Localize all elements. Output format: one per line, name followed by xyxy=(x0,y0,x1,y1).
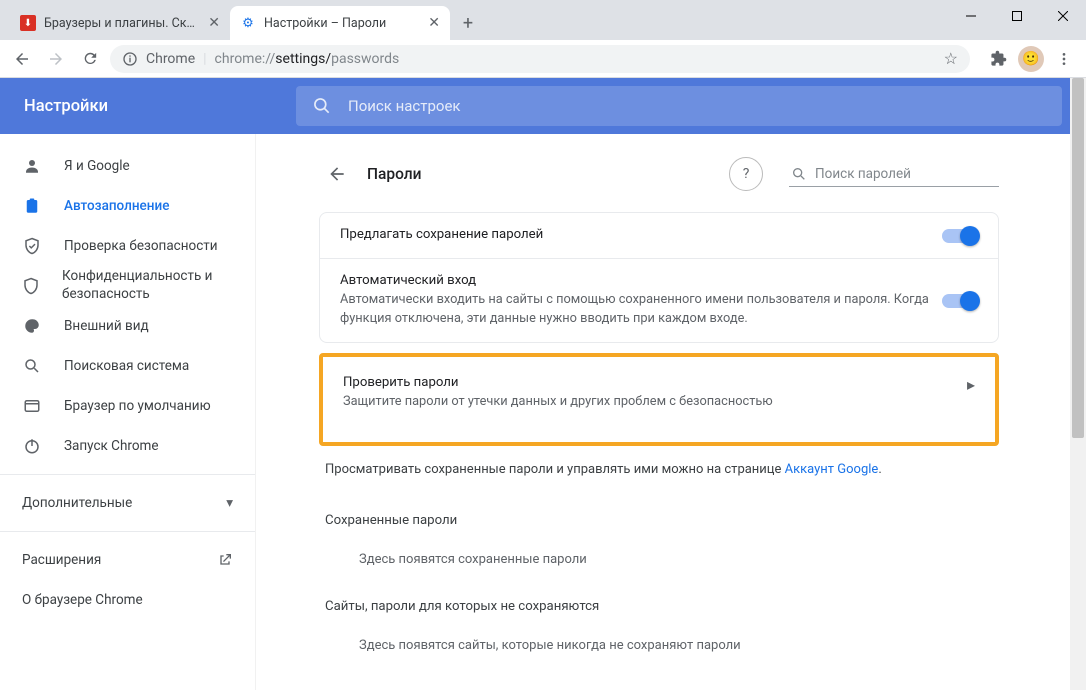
tab-title: Настройки – Пароли xyxy=(264,16,420,31)
toolbar: Chrome | chrome://settings/passwords ☆ 🙂 xyxy=(0,40,1086,78)
sidebar-item-search-engine[interactable]: Поисковая система xyxy=(0,346,255,386)
back-button[interactable] xyxy=(319,156,355,192)
sidebar-item-appearance[interactable]: Внешний вид xyxy=(0,306,255,346)
profile-avatar[interactable]: 🙂 xyxy=(1018,46,1044,72)
row-title: Автоматический вход xyxy=(340,273,942,290)
sidebar-extensions-link[interactable]: Расширения xyxy=(0,540,255,580)
auto-signin-toggle[interactable] xyxy=(942,294,978,308)
sidebar-label: Поисковая система xyxy=(64,358,189,374)
google-account-link[interactable]: Аккаунт Google xyxy=(785,462,879,477)
favicon-icon: ⬇ xyxy=(20,15,36,31)
sidebar-label: Запуск Chrome xyxy=(64,438,159,454)
sidebar-item-default-browser[interactable]: Браузер по умолчанию xyxy=(0,386,255,426)
row-title: Предлагать сохранение паролей xyxy=(340,227,942,244)
shield-icon xyxy=(22,276,40,296)
sidebar: Я и Google Автозаполнение Проверка безоп… xyxy=(0,134,256,690)
sidebar-label: О браузере Chrome xyxy=(22,592,143,608)
url-scheme-label: Chrome xyxy=(146,51,195,67)
sidebar-item-you-and-google[interactable]: Я и Google xyxy=(0,146,255,186)
sidebar-advanced-toggle[interactable]: Дополнительные ▾ xyxy=(0,483,255,523)
sidebar-item-privacy[interactable]: Конфиденциальность и безопасность xyxy=(0,266,255,306)
saved-passwords-title: Сохраненные пароли xyxy=(319,493,999,534)
sidebar-item-on-startup[interactable]: Запуск Chrome xyxy=(0,426,255,466)
address-bar[interactable]: Chrome | chrome://settings/passwords ☆ xyxy=(110,45,970,73)
site-info-icon[interactable] xyxy=(122,51,138,67)
saved-passwords-empty: Здесь появятся сохраненные пароли xyxy=(319,534,999,579)
tab-close-icon[interactable]: ✕ xyxy=(208,15,220,31)
browser-icon xyxy=(22,396,42,416)
sidebar-about-link[interactable]: О браузере Chrome xyxy=(0,580,255,620)
url-page: passwords xyxy=(331,51,399,67)
search-icon xyxy=(312,96,332,116)
nav-back-button[interactable] xyxy=(8,45,36,73)
nav-forward-button[interactable] xyxy=(42,45,70,73)
window-maximize-button[interactable] xyxy=(994,0,1040,32)
auto-signin-row: Автоматический вход Автоматически входит… xyxy=(320,258,998,342)
url-prefix: chrome:// xyxy=(215,51,276,67)
row-title: Проверить пароли xyxy=(343,375,953,392)
palette-icon xyxy=(22,316,42,336)
settings-header: Настройки Поиск настроек xyxy=(0,78,1086,134)
sidebar-label: Расширения xyxy=(22,552,101,568)
manage-passwords-info: Просматривать сохраненные пароли и управ… xyxy=(319,446,999,494)
new-tab-button[interactable]: + xyxy=(454,9,482,37)
sidebar-label: Конфиденциальность и безопасность xyxy=(62,268,233,303)
sidebar-item-autofill[interactable]: Автозаполнение xyxy=(0,186,255,226)
password-search-placeholder: Поиск паролей xyxy=(815,166,911,182)
chevron-down-icon: ▾ xyxy=(226,495,233,511)
extensions-puzzle-icon[interactable] xyxy=(984,45,1012,73)
settings-gear-icon: ⚙ xyxy=(240,15,256,31)
sidebar-label: Браузер по умолчанию xyxy=(64,398,211,414)
search-icon xyxy=(22,356,42,376)
settings-search-placeholder: Поиск настроек xyxy=(348,97,461,115)
shield-check-icon xyxy=(22,236,42,256)
external-link-icon xyxy=(217,552,233,568)
sidebar-label: Я и Google xyxy=(64,158,130,174)
page-title: Пароли xyxy=(367,165,717,183)
password-search-input[interactable]: Поиск паролей xyxy=(789,162,999,187)
row-subtitle: Автоматически входить на сайты с помощью… xyxy=(340,290,942,328)
offer-save-passwords-row: Предлагать сохранение паролей xyxy=(320,213,998,258)
person-icon xyxy=(22,156,42,176)
browser-tab[interactable]: ⚙ Настройки – Пароли ✕ xyxy=(230,6,450,40)
scrollbar-thumb[interactable] xyxy=(1072,78,1084,438)
tab-title: Браузеры и плагины. Скачать б xyxy=(44,16,200,31)
help-button[interactable]: ? xyxy=(729,157,763,191)
browser-tab[interactable]: ⬇ Браузеры и плагины. Скачать б ✕ xyxy=(10,6,230,40)
nav-reload-button[interactable] xyxy=(76,45,104,73)
tab-close-icon[interactable]: ✕ xyxy=(428,15,440,31)
clipboard-icon xyxy=(22,196,42,216)
sidebar-label: Дополнительные xyxy=(22,495,132,511)
row-subtitle: Защитите пароли от утечки данных и други… xyxy=(343,392,953,411)
sidebar-label: Проверка безопасности xyxy=(64,238,218,254)
window-close-button[interactable] xyxy=(1040,0,1086,32)
window-minimize-button[interactable] xyxy=(948,0,994,32)
page-header: Пароли ? Поиск паролей xyxy=(319,146,999,202)
offer-save-passwords-toggle[interactable] xyxy=(942,229,978,243)
bookmark-star-icon[interactable]: ☆ xyxy=(944,49,958,68)
sidebar-label: Автозаполнение xyxy=(64,198,169,214)
power-icon xyxy=(22,436,42,456)
check-passwords-row[interactable]: Проверить пароли Защитите пароли от утеч… xyxy=(319,353,999,445)
chrome-menu-button[interactable] xyxy=(1050,45,1078,73)
search-icon xyxy=(791,166,807,182)
tab-strip: ⬇ Браузеры и плагины. Скачать б ✕ ⚙ Наст… xyxy=(0,0,1086,40)
settings-title: Настройки xyxy=(0,97,296,116)
sidebar-item-safety-check[interactable]: Проверка безопасности xyxy=(0,226,255,266)
scrollbar[interactable] xyxy=(1070,78,1086,690)
settings-search-input[interactable]: Поиск настроек xyxy=(296,86,1062,126)
chevron-right-icon: ▸ xyxy=(953,375,975,394)
sidebar-label: Внешний вид xyxy=(64,318,149,334)
never-save-title: Сайты, пароли для которых не сохраняются xyxy=(319,579,999,620)
never-save-empty: Здесь появятся сайты, которые никогда не… xyxy=(319,620,999,665)
url-path: settings/ xyxy=(275,51,331,67)
